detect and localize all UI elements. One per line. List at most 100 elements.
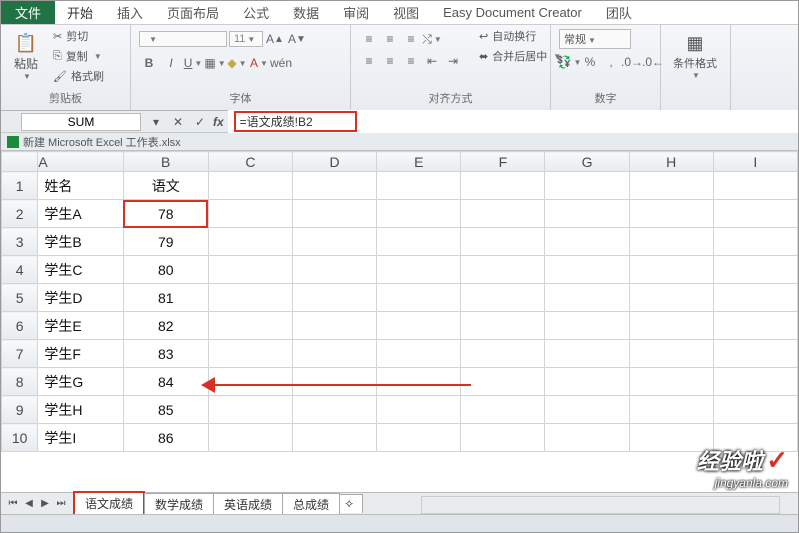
cell[interactable] <box>461 312 545 340</box>
cell[interactable] <box>208 312 292 340</box>
cell[interactable] <box>545 172 629 200</box>
format-brush-button[interactable]: 🖌格式刷 <box>49 67 108 85</box>
col-header[interactable]: B <box>123 152 208 172</box>
cell[interactable] <box>461 284 545 312</box>
cell[interactable]: 语文 <box>123 172 208 200</box>
cell[interactable] <box>629 340 713 368</box>
cell[interactable] <box>293 340 377 368</box>
cell[interactable] <box>208 284 292 312</box>
cell[interactable]: 学生C <box>38 256 123 284</box>
sheet-tab-english[interactable]: 英语成绩 <box>213 493 283 515</box>
new-sheet-button[interactable]: ✧ <box>339 494 363 513</box>
cell[interactable] <box>713 396 797 424</box>
align-center-button[interactable]: ≡ <box>380 51 400 71</box>
indent-inc-button[interactable]: ⇥ <box>443 51 463 71</box>
cell[interactable] <box>461 340 545 368</box>
cell[interactable] <box>713 424 797 452</box>
cell[interactable] <box>713 284 797 312</box>
fx-icon[interactable]: fx <box>213 115 224 129</box>
cell[interactable]: 81 <box>123 284 208 312</box>
row-header[interactable]: 1 <box>2 172 38 200</box>
cell[interactable] <box>629 200 713 228</box>
col-header[interactable]: E <box>377 152 461 172</box>
cell[interactable] <box>377 368 461 396</box>
cell[interactable]: 学生A <box>38 200 123 228</box>
row-header[interactable]: 10 <box>2 424 38 452</box>
cell[interactable] <box>545 200 629 228</box>
paste-button[interactable]: 📋 粘贴 ▼ <box>7 27 45 85</box>
sheet-nav-first[interactable]: ⏮ <box>5 496 21 512</box>
cell[interactable] <box>208 424 292 452</box>
sheet-nav-prev[interactable]: ◀ <box>21 496 37 512</box>
cell[interactable] <box>545 256 629 284</box>
cell[interactable] <box>461 200 545 228</box>
select-all-corner[interactable] <box>2 152 38 172</box>
cell[interactable] <box>545 228 629 256</box>
cell[interactable]: 学生I <box>38 424 123 452</box>
cell[interactable] <box>377 396 461 424</box>
underline-button[interactable]: U▼ <box>183 53 203 73</box>
cell[interactable] <box>208 396 292 424</box>
cell[interactable] <box>208 200 292 228</box>
cell[interactable] <box>377 256 461 284</box>
cell[interactable] <box>377 228 461 256</box>
cell[interactable] <box>629 424 713 452</box>
row-header[interactable]: 3 <box>2 228 38 256</box>
cell[interactable] <box>713 312 797 340</box>
row-header[interactable]: 5 <box>2 284 38 312</box>
bold-button[interactable]: B <box>139 53 159 73</box>
align-left-button[interactable]: ≡ <box>359 51 379 71</box>
align-right-button[interactable]: ≡ <box>401 51 421 71</box>
cell[interactable] <box>713 200 797 228</box>
indent-dec-button[interactable]: ⇤ <box>422 51 442 71</box>
cell[interactable]: 84 <box>123 368 208 396</box>
cell[interactable] <box>461 396 545 424</box>
cell[interactable] <box>461 368 545 396</box>
cell[interactable] <box>377 284 461 312</box>
tab-creator[interactable]: Easy Document Creator <box>431 1 594 24</box>
spreadsheet-grid[interactable]: A B C D E F G H I 1 姓名 语文 2 学生A 78 3 学生B… <box>1 151 798 452</box>
cell[interactable] <box>293 200 377 228</box>
cut-button[interactable]: ✂剪切 <box>49 27 108 45</box>
sheet-nav-next[interactable]: ▶ <box>37 496 53 512</box>
row-header[interactable]: 2 <box>2 200 38 228</box>
cell[interactable] <box>377 424 461 452</box>
tab-view[interactable]: 视图 <box>381 0 431 26</box>
cell[interactable] <box>629 368 713 396</box>
cell[interactable] <box>461 424 545 452</box>
cell[interactable] <box>629 396 713 424</box>
cell-B2-active[interactable]: 78 <box>123 200 208 228</box>
cell[interactable] <box>208 228 292 256</box>
sheet-tab-math[interactable]: 数学成绩 <box>144 493 214 515</box>
tab-formula[interactable]: 公式 <box>231 0 281 26</box>
cell[interactable] <box>461 256 545 284</box>
cell[interactable] <box>713 228 797 256</box>
cancel-formula-button[interactable]: ✕ <box>167 113 189 131</box>
percent-button[interactable]: % <box>580 52 600 72</box>
cell[interactable] <box>377 312 461 340</box>
cell[interactable] <box>293 228 377 256</box>
copy-button[interactable]: ⎘复制▼ <box>49 47 108 65</box>
cell[interactable] <box>713 340 797 368</box>
cell[interactable] <box>713 256 797 284</box>
cell[interactable] <box>293 284 377 312</box>
cell[interactable] <box>293 256 377 284</box>
sheet-tab-chinese[interactable]: 语文成绩 <box>73 491 145 516</box>
tab-layout[interactable]: 页面布局 <box>155 0 231 26</box>
cell[interactable] <box>461 172 545 200</box>
col-header[interactable]: F <box>461 152 545 172</box>
align-middle-button[interactable]: ≡ <box>380 29 400 49</box>
col-header[interactable]: G <box>545 152 629 172</box>
cell[interactable]: 85 <box>123 396 208 424</box>
col-header[interactable]: H <box>629 152 713 172</box>
row-header[interactable]: 6 <box>2 312 38 340</box>
cell[interactable] <box>545 368 629 396</box>
conditional-format-button[interactable]: ▦ 条件格式 ▼ <box>667 27 723 84</box>
file-tab[interactable]: 文件 <box>1 1 55 24</box>
cell[interactable] <box>545 396 629 424</box>
cell[interactable] <box>713 172 797 200</box>
increase-decimal-button[interactable]: .0→ <box>622 52 642 72</box>
namebox-dropdown[interactable]: ▾ <box>145 113 167 131</box>
cell[interactable]: 学生E <box>38 312 123 340</box>
row-header[interactable]: 9 <box>2 396 38 424</box>
